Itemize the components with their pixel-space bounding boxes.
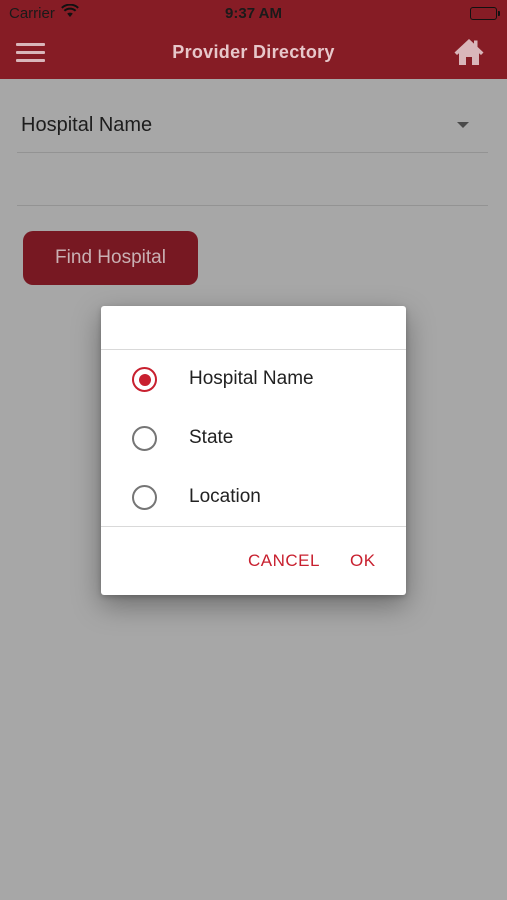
option-label: State (189, 427, 234, 448)
option-label: Hospital Name (189, 368, 314, 389)
dialog-bottom-divider (101, 526, 406, 527)
option-location[interactable]: Location (101, 471, 406, 523)
status-time: 9:37 AM (225, 5, 282, 22)
dropdown-arrow-icon (457, 122, 469, 128)
radio-selected-icon[interactable] (132, 367, 157, 392)
option-state[interactable]: State (101, 412, 406, 464)
radio-unselected-icon[interactable] (132, 485, 157, 510)
option-hospital-name[interactable]: Hospital Name (101, 353, 406, 405)
battery-icon (470, 7, 500, 20)
page-title: Provider Directory (172, 42, 335, 62)
search-type-select[interactable]: Hospital Name (20, 114, 488, 152)
input-underline (17, 205, 488, 206)
app-header: Carrier 9:37 AM Provider Directory (0, 0, 507, 79)
home-icon[interactable] (453, 36, 485, 68)
select-underline (17, 152, 488, 153)
search-type-dialog: Hospital Name State Location CANCEL OK (101, 306, 406, 595)
option-label: Location (189, 486, 261, 507)
radio-unselected-icon[interactable] (132, 426, 157, 451)
ok-button[interactable]: OK (350, 551, 376, 571)
cancel-button[interactable]: CANCEL (248, 551, 320, 571)
dialog-top-divider (101, 349, 406, 350)
search-type-value: Hospital Name (21, 114, 153, 136)
status-bar: Carrier 9:37 AM (0, 0, 507, 28)
find-hospital-button[interactable]: Find Hospital (23, 231, 198, 285)
